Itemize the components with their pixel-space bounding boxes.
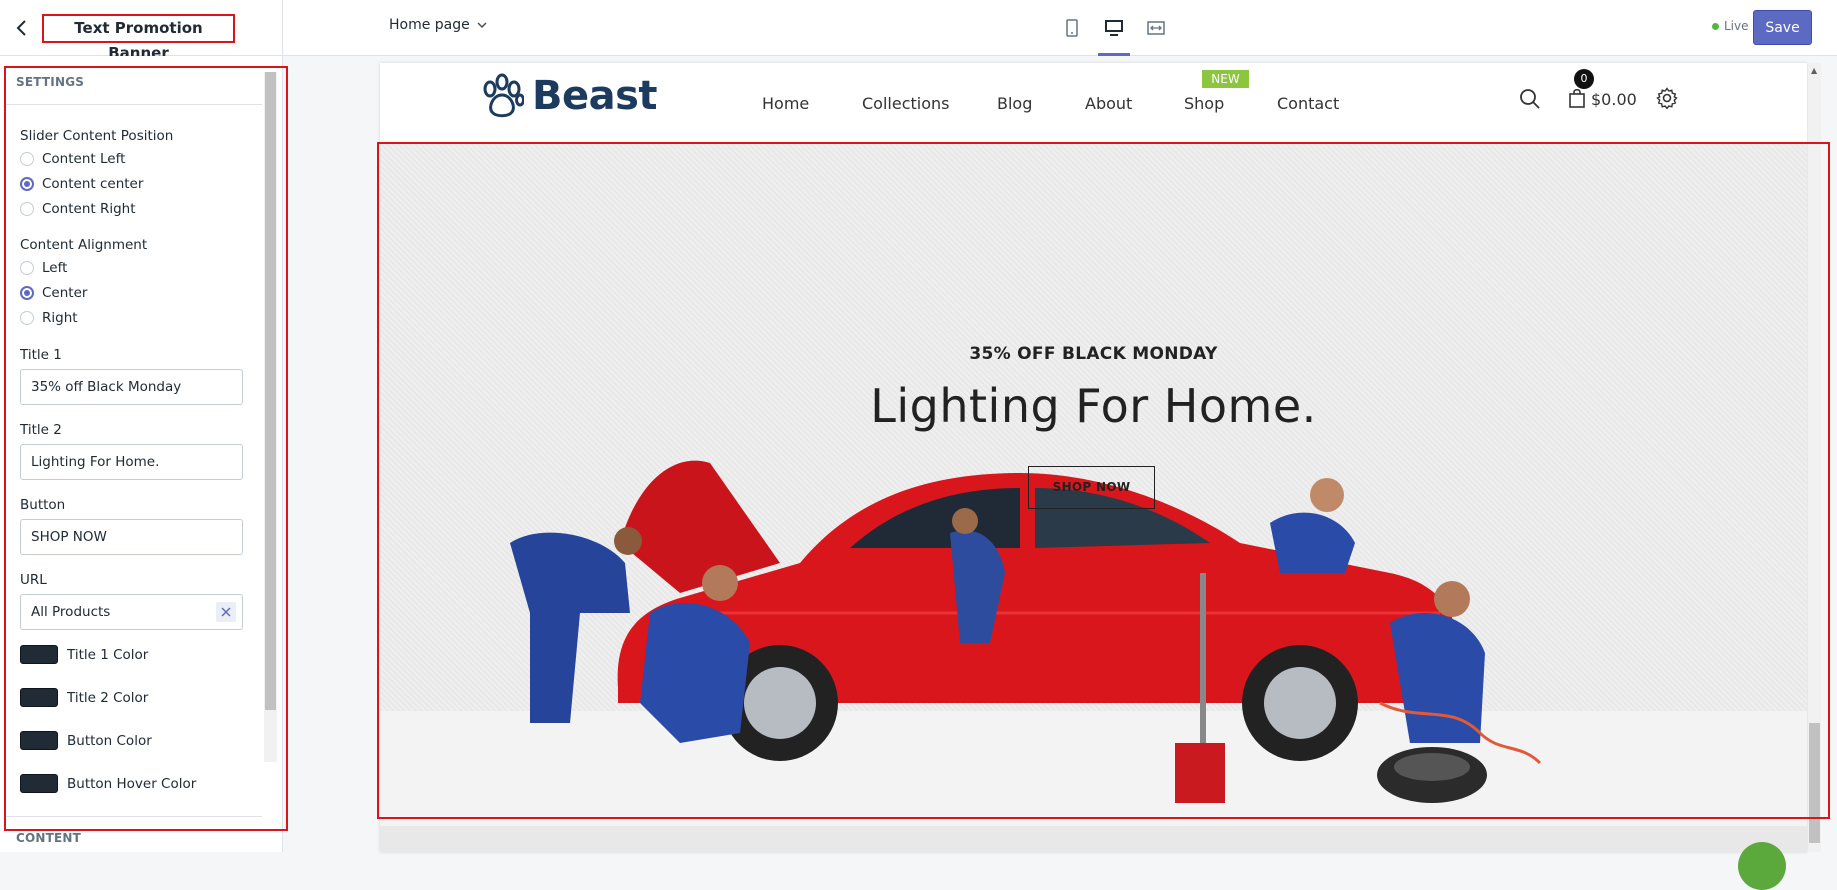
paw-logo-icon — [483, 73, 524, 118]
chevron-down-icon — [477, 22, 487, 29]
scroll-up-arrow-icon[interactable]: ▲ — [1811, 66, 1817, 75]
save-button[interactable]: Save — [1753, 10, 1812, 45]
cart-total[interactable]: $0.00 — [1591, 90, 1637, 109]
settings-sidebar: SETTINGS Slider Content Position Content… — [0, 56, 288, 852]
cart-icon[interactable] — [1568, 88, 1586, 112]
search-icon[interactable] — [1519, 88, 1541, 114]
store-logo[interactable]: Beast — [480, 73, 658, 119]
mobile-view-icon[interactable] — [1058, 14, 1086, 42]
gear-icon[interactable] — [1656, 87, 1678, 113]
logo-text: Beast — [532, 73, 658, 119]
page-selector[interactable]: Home page — [389, 17, 488, 33]
desktop-view-icon[interactable] — [1098, 14, 1130, 56]
sidebar-header: Text Promotion Banner — [0, 0, 283, 62]
nav-blog[interactable]: Blog — [997, 94, 1032, 113]
new-badge: NEW — [1202, 70, 1249, 88]
nav-shop[interactable]: Shop — [1184, 94, 1224, 113]
live-label: Live — [1724, 19, 1749, 33]
page-selector-label: Home page — [389, 17, 470, 33]
nav-about[interactable]: About — [1085, 94, 1132, 113]
back-arrow-icon[interactable] — [10, 16, 34, 40]
editor-topbar: Text Promotion Banner Home page Live Sav… — [0, 0, 1837, 62]
panel-title: Text Promotion Banner — [42, 14, 235, 62]
live-dot-icon — [1712, 22, 1719, 30]
full-width-view-icon[interactable] — [1142, 14, 1170, 42]
device-toggle — [1058, 14, 1170, 56]
chat-icon[interactable] — [1738, 842, 1786, 890]
nav-collections[interactable]: Collections — [862, 94, 949, 113]
banner-highlight-frame — [377, 142, 1830, 819]
next-section-edge — [380, 826, 1807, 852]
nav-contact[interactable]: Contact — [1277, 94, 1339, 113]
content-heading: CONTENT — [16, 831, 82, 845]
nav-home[interactable]: Home — [762, 94, 809, 113]
live-status: Live — [1712, 19, 1749, 33]
settings-highlight-frame — [4, 66, 288, 831]
cart-count-badge: 0 — [1574, 69, 1594, 89]
